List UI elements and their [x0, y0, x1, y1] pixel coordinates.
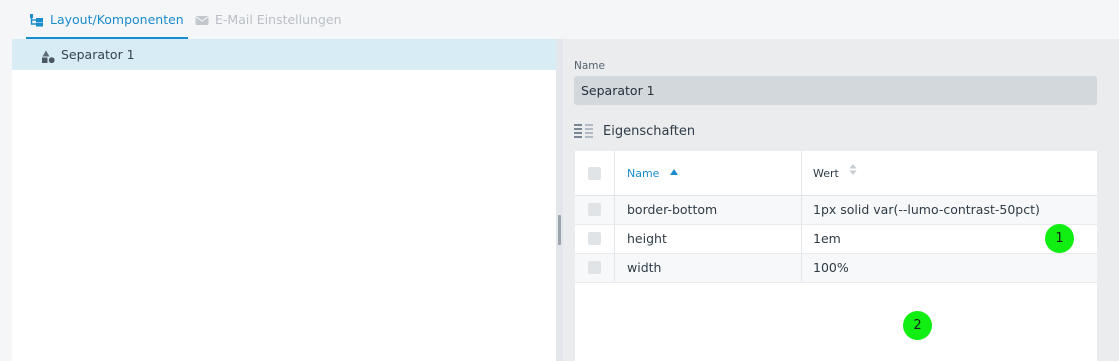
- row-select-cell: [575, 254, 615, 282]
- select-all-checkbox[interactable]: [588, 167, 601, 180]
- sort-ascending-icon[interactable]: [669, 149, 678, 194]
- tab-email-einstellungen[interactable]: E-Mail Einstellungen: [195, 0, 342, 39]
- properties-list-icon: [574, 123, 594, 139]
- tree-structure-icon: [30, 13, 44, 27]
- sort-unsorted-icon[interactable]: [849, 149, 857, 194]
- table-row[interactable]: border-bottom 1px solid var(--lumo-contr…: [575, 196, 1097, 225]
- row-checkbox[interactable]: [588, 203, 601, 216]
- tree-item-label: Separator 1: [61, 47, 135, 62]
- column-header-wert[interactable]: Wert: [802, 151, 1097, 195]
- shapes-icon: [42, 48, 55, 64]
- details-panel: Name Separator 1 Eigenschaften Name Wert…: [563, 39, 1119, 361]
- section-title: Eigenschaften: [603, 123, 696, 139]
- panel-splitter[interactable]: [556, 39, 563, 361]
- annotation-marker: 2: [903, 311, 932, 340]
- row-select-cell: [575, 196, 615, 224]
- row-select-cell: [575, 225, 615, 253]
- property-name: border-bottom: [615, 196, 802, 224]
- row-checkbox[interactable]: [588, 261, 601, 274]
- table-row[interactable]: width 100%: [575, 254, 1097, 283]
- table-row[interactable]: height 1em: [575, 225, 1097, 254]
- row-checkbox[interactable]: [588, 232, 601, 245]
- properties-grid: Name Wert border-bottom 1px solid var(--…: [575, 151, 1097, 361]
- name-field-label: Name: [574, 60, 605, 72]
- select-all-cell: [575, 151, 615, 195]
- tab-label: Layout/Komponenten: [50, 12, 184, 27]
- tab-layout-komponenten[interactable]: Layout/Komponenten: [26, 0, 188, 39]
- property-name: height: [615, 225, 802, 253]
- tab-bar: Layout/Komponenten E-Mail Einstellungen: [0, 0, 1119, 39]
- annotation-marker: 1: [1045, 224, 1074, 253]
- name-field[interactable]: Separator 1: [574, 76, 1097, 105]
- envelope-icon: [195, 13, 209, 27]
- column-header-label: Wert: [813, 167, 839, 180]
- component-tree: Separator 1: [12, 39, 556, 361]
- tree-item-separator-1[interactable]: Separator 1: [12, 39, 556, 70]
- property-value[interactable]: 100%: [802, 254, 1097, 282]
- column-header-label: Name: [627, 167, 660, 180]
- grid-header-row: Name Wert: [575, 151, 1097, 196]
- tab-label: E-Mail Einstellungen: [215, 12, 342, 27]
- splitter-handle[interactable]: [558, 215, 561, 245]
- properties-section-header: Eigenschaften: [574, 121, 695, 141]
- property-name: width: [615, 254, 802, 282]
- column-header-name[interactable]: Name: [615, 151, 802, 195]
- property-value[interactable]: 1px solid var(--lumo-contrast-50pct): [802, 196, 1097, 224]
